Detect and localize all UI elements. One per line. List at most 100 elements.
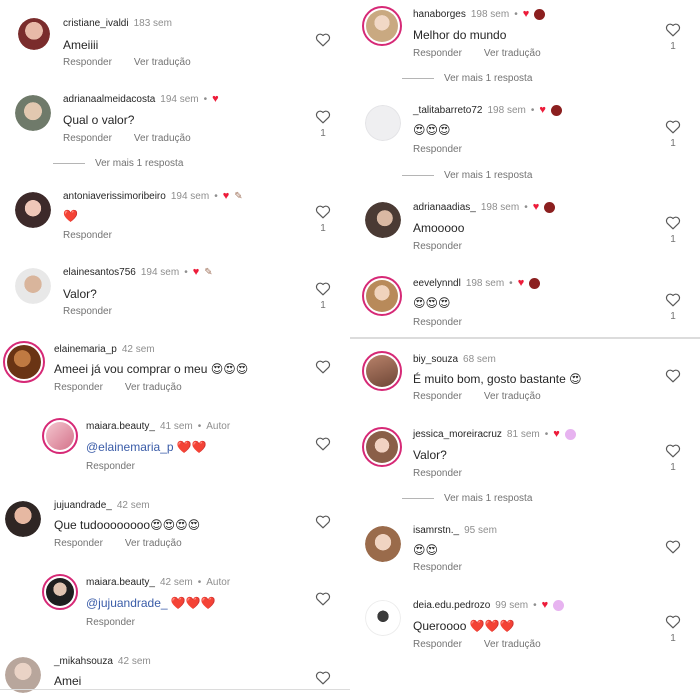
username[interactable]: _talitabarreto72 bbox=[413, 105, 483, 116]
username[interactable]: maiara.beauty_ bbox=[86, 421, 155, 432]
timestamp: 42 sem bbox=[116, 500, 150, 511]
see-translation-button[interactable]: Ver tradução bbox=[484, 639, 541, 650]
view-more-replies[interactable]: Ver mais 1 resposta bbox=[402, 73, 532, 84]
see-translation-button[interactable]: Ver tradução bbox=[134, 133, 191, 144]
comment-meta: cristiane_ivaldi 183 sem bbox=[63, 18, 172, 29]
avatar[interactable] bbox=[15, 192, 51, 228]
username[interactable]: _mikahsouza bbox=[54, 656, 113, 667]
avatar[interactable] bbox=[15, 95, 51, 131]
reply-button[interactable]: Responder bbox=[63, 57, 112, 68]
like-button[interactable]: 1 bbox=[314, 204, 332, 234]
avatar-story-ring[interactable] bbox=[362, 276, 402, 316]
separator-dot: • bbox=[533, 600, 537, 611]
timestamp: 42 sem bbox=[159, 577, 193, 588]
avatar-story-ring[interactable] bbox=[42, 418, 78, 454]
username[interactable]: eevelynndl bbox=[413, 278, 461, 289]
reply-button[interactable]: Responder bbox=[63, 306, 112, 317]
username[interactable]: hanaborges bbox=[413, 9, 466, 20]
like-button[interactable] bbox=[314, 670, 332, 685]
like-button[interactable] bbox=[314, 32, 332, 47]
view-more-replies[interactable]: Ver mais 1 resposta bbox=[402, 493, 532, 504]
avatar[interactable] bbox=[15, 268, 51, 304]
username[interactable]: antoniaverissimoribeiro bbox=[63, 191, 166, 202]
heart-outline-icon bbox=[665, 369, 681, 383]
heart-outline-icon bbox=[315, 360, 331, 374]
reply-button[interactable]: Responder bbox=[413, 639, 462, 650]
view-more-label: Ver mais 1 resposta bbox=[444, 493, 533, 504]
reply-button[interactable]: Responder bbox=[63, 133, 112, 144]
username[interactable]: jujuandrade_ bbox=[54, 500, 112, 511]
username[interactable]: cristiane_ivaldi bbox=[63, 18, 129, 29]
username[interactable]: elainemaria_p bbox=[54, 344, 117, 355]
see-translation-button[interactable]: Ver tradução bbox=[134, 57, 191, 68]
reply-button[interactable]: Responder bbox=[413, 317, 462, 328]
see-translation-button[interactable]: Ver tradução bbox=[125, 382, 182, 393]
reply-button[interactable]: Responder bbox=[413, 144, 462, 155]
avatar[interactable] bbox=[365, 105, 401, 141]
see-translation-button[interactable]: Ver tradução bbox=[484, 391, 541, 402]
heart-outline-icon bbox=[665, 293, 681, 307]
comment-actions: Responder Ver tradução bbox=[54, 382, 182, 393]
username[interactable]: isamrstn._ bbox=[413, 525, 459, 536]
username[interactable]: adrianaalmeidacosta bbox=[63, 94, 155, 105]
comment-actions: Responder bbox=[63, 230, 112, 241]
like-button[interactable]: 1 bbox=[664, 292, 682, 322]
thread-line bbox=[53, 163, 85, 164]
reply-button[interactable]: Responder bbox=[54, 382, 103, 393]
avatar-story-ring[interactable] bbox=[362, 427, 402, 467]
comment-item: adrianaalmeidacosta 194 sem • ♥ Qual o v… bbox=[0, 85, 350, 169]
username[interactable]: biy_souza bbox=[413, 354, 458, 365]
avatar[interactable] bbox=[365, 526, 401, 562]
like-button[interactable]: 1 bbox=[664, 215, 682, 245]
comment-text: Qual o valor? bbox=[63, 113, 135, 127]
like-button[interactable] bbox=[664, 368, 682, 383]
avatar[interactable] bbox=[5, 657, 41, 693]
username[interactable]: elainesantos756 bbox=[63, 267, 136, 278]
comment-text: 😍😍😍 bbox=[413, 296, 451, 310]
like-button[interactable]: 1 bbox=[664, 614, 682, 644]
reply-button[interactable]: Responder bbox=[413, 48, 462, 59]
heart-filled-icon: ♥ bbox=[553, 428, 560, 440]
like-button[interactable]: 1 bbox=[664, 119, 682, 149]
like-button[interactable] bbox=[314, 436, 332, 451]
username[interactable]: deia.edu.pedrozo bbox=[413, 600, 490, 611]
reply-button[interactable]: Responder bbox=[413, 468, 462, 479]
username[interactable]: jessica_moreiracruz bbox=[413, 429, 502, 440]
mention-link[interactable]: @jujuandrade_ bbox=[86, 596, 168, 610]
avatar-story-ring[interactable] bbox=[42, 574, 78, 610]
comment-item: adrianaadias_ 198 sem • ♥ Amooooo Respon… bbox=[350, 194, 700, 254]
comment-text: Amooooo bbox=[413, 221, 465, 235]
mention-link[interactable]: @elainemaria_p bbox=[86, 440, 174, 454]
reply-button[interactable]: Responder bbox=[86, 617, 135, 628]
avatar[interactable] bbox=[365, 600, 401, 636]
reply-button[interactable]: Responder bbox=[413, 391, 462, 402]
like-button[interactable] bbox=[664, 539, 682, 554]
reply-button[interactable]: Responder bbox=[413, 241, 462, 252]
like-button[interactable]: 1 bbox=[664, 22, 682, 52]
avatar[interactable] bbox=[18, 18, 50, 50]
view-more-replies[interactable]: Ver mais 1 resposta bbox=[402, 170, 532, 181]
like-button[interactable] bbox=[314, 359, 332, 374]
see-translation-button[interactable]: Ver tradução bbox=[125, 538, 182, 549]
avatar[interactable] bbox=[5, 501, 41, 537]
comment-item: hanaborges 198 sem • ♥ Melhor do mundo R… bbox=[350, 0, 700, 84]
username[interactable]: adrianaadias_ bbox=[413, 202, 476, 213]
timestamp: 194 sem bbox=[160, 94, 199, 105]
reply-button[interactable]: Responder bbox=[63, 230, 112, 241]
avatar-story-ring[interactable] bbox=[362, 351, 402, 391]
reply-button[interactable]: Responder bbox=[86, 461, 135, 472]
reply-button[interactable]: Responder bbox=[413, 562, 462, 573]
avatar-story-ring[interactable] bbox=[3, 341, 45, 383]
like-button[interactable]: 1 bbox=[314, 281, 332, 311]
like-button[interactable]: 1 bbox=[664, 443, 682, 473]
see-translation-button[interactable]: Ver tradução bbox=[484, 48, 541, 59]
avatar[interactable] bbox=[365, 202, 401, 238]
reply-button[interactable]: Responder bbox=[54, 538, 103, 549]
avatar-story-ring[interactable] bbox=[362, 6, 402, 46]
like-button[interactable] bbox=[314, 591, 332, 606]
view-more-replies[interactable]: Ver mais 1 resposta bbox=[53, 158, 183, 169]
like-button[interactable]: 1 bbox=[314, 109, 332, 139]
heart-outline-icon bbox=[315, 33, 331, 47]
username[interactable]: maiara.beauty_ bbox=[86, 577, 155, 588]
like-button[interactable] bbox=[314, 514, 332, 529]
